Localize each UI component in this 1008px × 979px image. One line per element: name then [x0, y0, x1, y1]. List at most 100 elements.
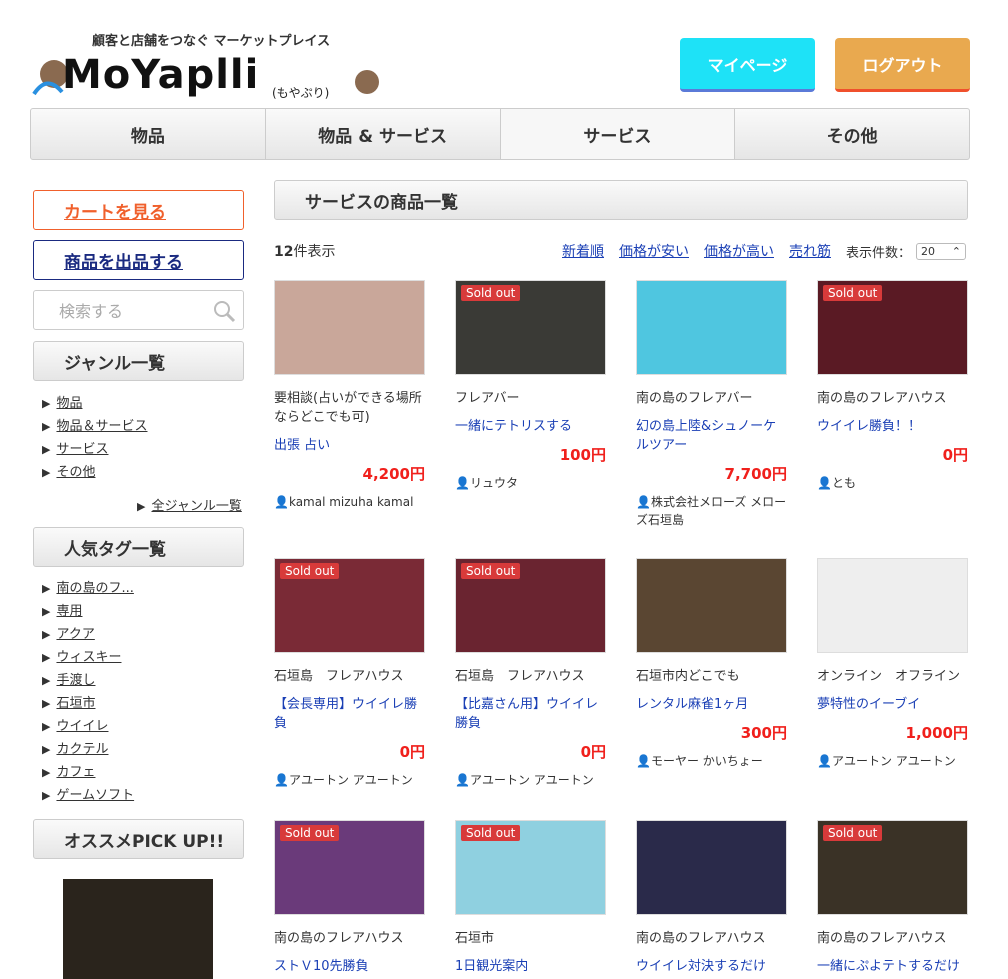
- product-title[interactable]: ウイイレ勝負！！: [817, 417, 968, 436]
- tab-goods-and-services[interactable]: 物品 & サービス: [266, 109, 501, 159]
- product-card[interactable]: Sold out フレアバー 一緒にテトリスする 100円 👤リュウタ: [455, 280, 606, 492]
- tag-item[interactable]: ▶ 南の島のフ...: [42, 577, 134, 600]
- tag-item[interactable]: ▶ カクテル: [42, 738, 134, 761]
- product-title[interactable]: ウイイレ対決するだけ: [636, 957, 787, 976]
- genre-item[interactable]: ▶ 物品: [42, 392, 147, 415]
- sold-out-badge: Sold out: [461, 285, 521, 301]
- product-card[interactable]: 要相談(占いができる場所ならどこでも可) 出張 占い 4,200円 👤kamal mi…: [274, 280, 425, 511]
- product-image[interactable]: Sold out: [274, 820, 425, 915]
- triangle-icon: ▶: [42, 582, 51, 595]
- tag-link[interactable]: 南の島のフ...: [56, 581, 133, 596]
- product-card[interactable]: Sold out 石垣市 1日観光案内: [455, 820, 606, 976]
- tag-link[interactable]: 専用: [56, 604, 82, 619]
- product-card[interactable]: Sold out 石垣島 フレアハウス 【比嘉さん用】ウイイレ勝負 0円 👤アユートン …: [455, 558, 606, 789]
- product-location: オンライン オフライン: [817, 669, 961, 684]
- tag-list: ▶ 南の島のフ... ▶ 専用 ▶ アクア ▶ ウィスキー ▶ 手渡し ▶ 石垣市 ▶ ウイイレ ▶ カクテル…: [42, 577, 134, 807]
- tag-link[interactable]: ウィスキー: [56, 650, 121, 665]
- sort-price-low[interactable]: 価格が安い: [619, 241, 689, 261]
- product-card[interactable]: 南の島のフレアバー 幻の島上陸&シュノーケルツアー 7,700円 👤株式会社メローズ …: [636, 280, 787, 529]
- tag-item[interactable]: ▶ 石垣市: [42, 692, 134, 715]
- genre-link[interactable]: 物品＆サービス: [56, 419, 147, 434]
- seller-name: リュウタ: [469, 476, 518, 490]
- tag-link[interactable]: 手渡し: [56, 673, 95, 688]
- product-title[interactable]: 【比嘉さん用】ウイイレ勝負: [455, 695, 606, 733]
- genre-item[interactable]: ▶ 物品＆サービス: [42, 415, 147, 438]
- product-title[interactable]: 【会長専用】ウイイレ勝負: [274, 695, 425, 733]
- product-image[interactable]: Sold out: [274, 558, 425, 653]
- product-card[interactable]: 石垣市内どこでも レンタル麻雀1ヶ月 300円 👤モーヤー かいちょー: [636, 558, 787, 770]
- page-title: サービスの商品一覧: [274, 180, 968, 220]
- sort-newest[interactable]: 新着順: [562, 241, 604, 261]
- tag-link[interactable]: カクテル: [56, 742, 108, 757]
- tag-link[interactable]: 石垣市: [56, 696, 95, 711]
- sold-out-badge: Sold out: [461, 825, 521, 841]
- product-image[interactable]: Sold out: [455, 820, 606, 915]
- product-image[interactable]: [274, 280, 425, 375]
- sort-popular[interactable]: 売れ筋: [789, 241, 831, 261]
- count-number: 12: [274, 244, 294, 260]
- tag-link[interactable]: ゲームソフト: [56, 788, 134, 803]
- pickup-image[interactable]: [63, 879, 213, 979]
- tag-item[interactable]: ▶ 手渡し: [42, 669, 134, 692]
- product-image[interactable]: Sold out: [455, 280, 606, 375]
- genre-link[interactable]: サービス: [56, 442, 108, 457]
- user-icon: 👤: [455, 773, 470, 787]
- product-card[interactable]: Sold out 南の島のフレアハウス 一緒にぷよテトするだけ: [817, 820, 968, 976]
- seller-name: アユートン アユートン: [469, 773, 594, 787]
- product-card[interactable]: Sold out 南の島のフレアハウス ストＶ10先勝負: [274, 820, 425, 976]
- product-card[interactable]: 南の島のフレアハウス ウイイレ対決するだけ: [636, 820, 787, 976]
- product-image[interactable]: [636, 820, 787, 915]
- tab-services[interactable]: サービス: [500, 109, 736, 159]
- search-placeholder: 検索する: [59, 302, 124, 321]
- seller-name: kamal mizuha kamal: [288, 495, 414, 509]
- all-genres-link[interactable]: ▶ 全ジャンル一覧: [137, 495, 242, 514]
- tag-link[interactable]: カフェ: [56, 765, 95, 780]
- product-card[interactable]: オンライン オフライン 夢特性のイーブイ 1,000円 👤アユートン アユートン: [817, 558, 968, 770]
- triangle-icon: ▶: [42, 674, 51, 687]
- tag-item[interactable]: ▶ カフェ: [42, 761, 134, 784]
- tag-item[interactable]: ▶ ゲームソフト: [42, 784, 134, 807]
- search-icon[interactable]: [212, 299, 236, 323]
- tag-item[interactable]: ▶ 専用: [42, 600, 134, 623]
- product-price: 0円: [399, 743, 425, 761]
- tag-item[interactable]: ▶ ウィスキー: [42, 646, 134, 669]
- per-page-select[interactable]: 20 ⌃: [916, 242, 967, 260]
- list-item-button[interactable]: 商品を出品する: [33, 240, 244, 280]
- product-title[interactable]: 一緒にテトリスする: [455, 417, 606, 436]
- all-genres-label[interactable]: 全ジャンル一覧: [151, 499, 241, 514]
- view-cart-button[interactable]: カートを見る: [33, 190, 244, 230]
- genre-item[interactable]: ▶ サービス: [42, 438, 147, 461]
- product-image[interactable]: [636, 280, 787, 375]
- tag-link[interactable]: アクア: [56, 627, 94, 642]
- product-image[interactable]: [817, 558, 968, 653]
- genre-list: ▶ 物品 ▶ 物品＆サービス ▶ サービス ▶ その他: [42, 392, 147, 484]
- product-title[interactable]: 1日観光案内: [455, 957, 606, 976]
- tag-link[interactable]: ウイイレ: [56, 719, 108, 734]
- genre-item[interactable]: ▶ その他: [42, 461, 147, 484]
- product-location: 南の島のフレアハウス: [817, 391, 947, 406]
- tab-goods[interactable]: 物品: [31, 109, 266, 159]
- search-input[interactable]: 検索する: [33, 290, 244, 330]
- product-card[interactable]: Sold out 石垣島 フレアハウス 【会長専用】ウイイレ勝負 0円 👤アユートン ア…: [274, 558, 425, 789]
- product-image[interactable]: Sold out: [817, 820, 968, 915]
- tab-other[interactable]: その他: [735, 109, 969, 159]
- sort-price-high[interactable]: 価格が高い: [704, 241, 774, 261]
- product-title[interactable]: レンタル麻雀1ヶ月: [636, 695, 787, 714]
- product-title[interactable]: 幻の島上陸&シュノーケルツアー: [636, 417, 787, 455]
- product-image[interactable]: Sold out: [817, 280, 968, 375]
- logout-button[interactable]: ログアウト: [835, 38, 970, 92]
- tag-item[interactable]: ▶ アクア: [42, 623, 134, 646]
- product-card[interactable]: Sold out 南の島のフレアハウス ウイイレ勝負！！ 0円 👤とも: [817, 280, 968, 492]
- logo-text: MoYaplli: [62, 52, 260, 98]
- product-title[interactable]: 出張 占い: [274, 436, 425, 455]
- product-title[interactable]: 一緒にぷよテトするだけ: [817, 957, 968, 976]
- product-title[interactable]: 夢特性のイーブイ: [817, 695, 968, 714]
- mypage-button[interactable]: マイページ: [680, 38, 815, 92]
- genre-link[interactable]: 物品: [56, 396, 82, 411]
- triangle-icon: ▶: [42, 720, 51, 733]
- tag-item[interactable]: ▶ ウイイレ: [42, 715, 134, 738]
- genre-link[interactable]: その他: [56, 465, 95, 480]
- product-image[interactable]: [636, 558, 787, 653]
- product-title[interactable]: ストＶ10先勝負: [274, 957, 425, 976]
- product-image[interactable]: Sold out: [455, 558, 606, 653]
